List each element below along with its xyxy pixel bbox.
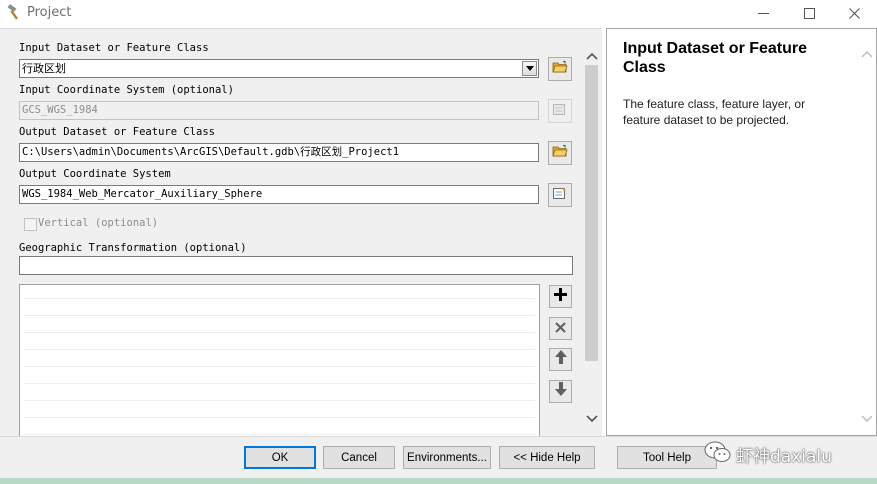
browse-input-dataset-button[interactable] <box>548 57 572 81</box>
minimize-button[interactable] <box>740 0 786 26</box>
vertical-label: Vertical (optional) <box>38 217 159 229</box>
parameters-pane: Input Dataset or Feature Class 行政区划 Inpu… <box>0 28 602 436</box>
maximize-button[interactable] <box>786 0 832 26</box>
properties-sheet-icon <box>552 102 568 121</box>
move-up-button[interactable] <box>549 348 572 371</box>
background-map-strip <box>0 478 877 484</box>
move-down-button[interactable] <box>549 380 572 403</box>
arrow-up-icon <box>554 350 567 369</box>
input-cs-value: GCS_WGS_1984 <box>22 104 98 116</box>
add-row-button[interactable] <box>549 285 572 308</box>
scrollbar-thumb[interactable] <box>585 65 598 361</box>
input-dataset-value: 行政区划 <box>22 62 66 75</box>
output-dataset-label: Output Dataset or Feature Class <box>19 126 215 138</box>
window-title: Project <box>27 5 72 20</box>
transformation-list[interactable] <box>19 284 540 436</box>
button-bar: OK Cancel Environments... << Hide Help T… <box>0 436 877 484</box>
parameters-scrollbar[interactable] <box>583 41 601 425</box>
help-description: The feature class, feature layer, or fea… <box>623 97 806 127</box>
open-folder-icon <box>552 60 568 79</box>
geo-transform-label: Geographic Transformation (optional) <box>19 242 247 254</box>
vertical-checkbox <box>24 218 37 231</box>
close-button[interactable] <box>831 0 877 26</box>
chevron-down-icon[interactable] <box>586 410 598 428</box>
browse-output-dataset-button[interactable] <box>548 141 572 165</box>
input-cs-label: Input Coordinate System (optional) <box>19 84 234 96</box>
chevron-up-icon[interactable] <box>861 45 873 63</box>
plus-icon <box>554 287 567 306</box>
input-cs-properties-button <box>548 99 572 123</box>
help-scrollbar[interactable] <box>860 41 874 425</box>
output-dataset-field[interactable]: C:\Users\admin\Documents\ArcGIS\Default.… <box>19 143 539 162</box>
minimize-icon <box>757 8 769 19</box>
output-cs-value: WGS_1984_Web_Mercator_Auxiliary_Sphere <box>22 188 263 200</box>
chevron-down-icon[interactable] <box>861 410 873 428</box>
close-icon <box>848 7 860 19</box>
help-pane: Input Dataset or Feature Class The featu… <box>606 28 877 436</box>
hammer-icon <box>7 4 23 20</box>
watermark-text: 虾神daxialu <box>736 447 832 467</box>
cancel-button[interactable]: Cancel <box>323 446 395 469</box>
chevron-up-icon[interactable] <box>586 47 598 65</box>
x-icon <box>555 320 566 338</box>
title-bar: Project <box>0 0 877 26</box>
output-cs-field[interactable]: WGS_1984_Web_Mercator_Auxiliary_Sphere <box>19 185 539 204</box>
open-folder-icon <box>552 144 568 163</box>
output-dataset-value: C:\Users\admin\Documents\ArcGIS\Default.… <box>22 146 400 158</box>
input-cs-field: GCS_WGS_1984 <box>19 101 539 120</box>
dropdown-arrow-button[interactable] <box>522 61 537 76</box>
ok-button[interactable]: OK <box>244 446 316 469</box>
delete-row-button[interactable] <box>549 317 572 340</box>
output-cs-label: Output Coordinate System <box>19 168 171 180</box>
wechat-icon <box>704 441 732 468</box>
chevron-down-icon <box>525 60 534 77</box>
input-dataset-dropdown[interactable]: 行政区划 <box>19 59 539 78</box>
hide-help-button[interactable]: << Hide Help <box>499 446 595 469</box>
watermark: 虾神daxialu <box>700 437 872 467</box>
properties-sheet-icon <box>552 186 568 205</box>
input-dataset-label: Input Dataset or Feature Class <box>19 42 209 54</box>
maximize-icon <box>803 7 815 19</box>
environments-button[interactable]: Environments... <box>403 446 491 469</box>
help-title: Input Dataset or Feature Class <box>623 40 808 76</box>
output-cs-properties-button[interactable] <box>548 183 572 207</box>
arrow-down-icon <box>554 382 567 401</box>
geo-transform-dropdown[interactable] <box>19 256 573 275</box>
